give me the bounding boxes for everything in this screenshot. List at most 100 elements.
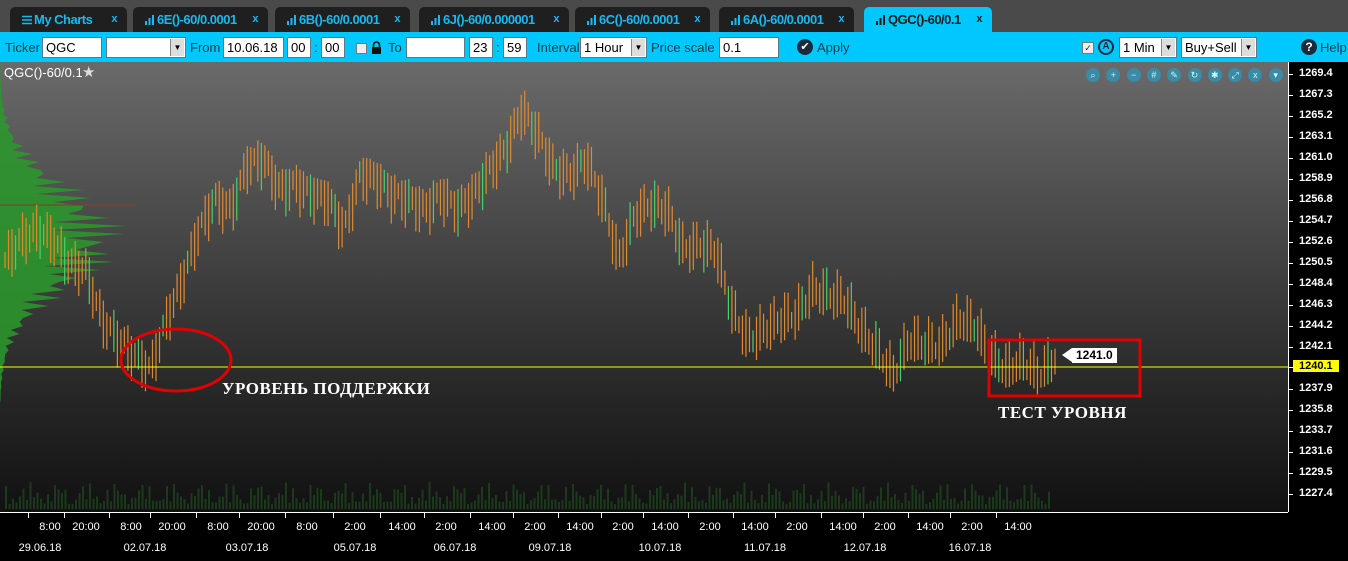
refresh-icon[interactable]: ↻ bbox=[1187, 68, 1202, 82]
volume-bar bbox=[701, 500, 704, 509]
volume-bar bbox=[351, 492, 354, 509]
grid-icon[interactable]: # bbox=[1146, 68, 1161, 82]
time-tick bbox=[996, 513, 997, 518]
zoom-reset-icon[interactable]: ⌕ bbox=[1086, 68, 1100, 82]
tab-label: 6E()-60/0.0001 bbox=[157, 12, 237, 27]
bar-chart-icon bbox=[145, 8, 155, 25]
volume-bar bbox=[117, 490, 119, 509]
tab-6b-60-0-0001[interactable]: 6B()-60/0.0001 x bbox=[275, 7, 410, 32]
period-select[interactable]: 1 Min ▼ bbox=[1119, 37, 1177, 58]
price-scale-input[interactable]: 0.1 bbox=[719, 37, 779, 58]
volume-bar bbox=[747, 502, 749, 509]
to-minute-input[interactable]: 59 bbox=[503, 37, 527, 58]
help-icon[interactable]: ? bbox=[1301, 39, 1317, 55]
from-hour-input[interactable]: 00 bbox=[287, 37, 311, 58]
volume-bar bbox=[876, 495, 879, 509]
time-tick bbox=[558, 513, 559, 518]
expand-icon[interactable]: ⤢ bbox=[1228, 68, 1243, 82]
tab-6j-60-0-000001[interactable]: 6J()-60/0.000001 x bbox=[419, 7, 569, 32]
price-label: 1256.8 bbox=[1299, 193, 1333, 205]
volume-bar bbox=[211, 502, 214, 509]
volume-bar bbox=[372, 495, 375, 509]
to-date-input[interactable] bbox=[406, 37, 465, 58]
chevron-down-icon[interactable]: ▼ bbox=[1161, 39, 1175, 56]
volume-bar bbox=[992, 496, 994, 509]
date-label: 11.07.18 bbox=[743, 542, 787, 554]
ticker-input[interactable]: QGC bbox=[42, 37, 102, 58]
side-select[interactable]: Buy+Sell ▼ bbox=[1181, 37, 1257, 58]
price-tick bbox=[1288, 389, 1293, 390]
tab-qgc-60-0-1[interactable]: QGC()-60/0.1 x bbox=[864, 7, 992, 32]
volume-bar bbox=[400, 492, 403, 509]
time-tick bbox=[950, 513, 951, 518]
tab-6c-60-0-0001[interactable]: 6C()-60/0.0001 x bbox=[575, 7, 710, 32]
time-label: 8:00 bbox=[207, 521, 229, 533]
price-tick bbox=[1288, 74, 1293, 75]
close-icon[interactable]: x bbox=[111, 7, 117, 32]
volume-bar bbox=[306, 502, 308, 509]
volume-bar bbox=[862, 486, 865, 509]
volume-bar bbox=[981, 495, 984, 509]
volume-bar bbox=[379, 492, 382, 509]
chevron-down-icon[interactable]: ▼ bbox=[170, 39, 184, 56]
check-circle-icon[interactable]: ✔ bbox=[797, 39, 813, 55]
volume-bar bbox=[719, 488, 721, 509]
volume-bar bbox=[869, 500, 872, 509]
volume-bar bbox=[1027, 500, 1029, 509]
time-label: 2:00 bbox=[524, 521, 546, 533]
price-tick bbox=[1288, 137, 1293, 138]
volume-bar bbox=[694, 496, 697, 509]
volume-bar bbox=[127, 503, 130, 509]
volume-bar bbox=[519, 494, 522, 509]
volume-bar bbox=[544, 499, 546, 509]
volume-bar bbox=[547, 485, 550, 509]
zoom-out-icon[interactable]: − bbox=[1126, 68, 1141, 82]
interval-select[interactable]: 1 Hour ▼ bbox=[580, 37, 647, 58]
auto-checkbox[interactable]: ✓ bbox=[1082, 42, 1094, 54]
apply-button[interactable]: Apply bbox=[817, 40, 850, 55]
close-icon[interactable]: x bbox=[976, 7, 982, 32]
auto-scale-icon[interactable]: A bbox=[1098, 39, 1114, 55]
volume-bar bbox=[1034, 492, 1036, 509]
price-label: 1227.4 bbox=[1299, 487, 1333, 499]
volume-bar bbox=[939, 485, 942, 509]
price-label: 1244.2 bbox=[1299, 319, 1333, 331]
tab-my-charts[interactable]: My Charts x bbox=[10, 7, 127, 32]
volume-bar bbox=[194, 495, 196, 509]
lock-checkbox[interactable] bbox=[356, 43, 367, 54]
date-label: 05.07.18 bbox=[333, 542, 377, 554]
to-hour-input[interactable]: 23 bbox=[469, 37, 493, 58]
price-axis[interactable]: 1269.4 1267.3 1265.2 1263.1 1261.0 1258.9 1256… bbox=[1288, 62, 1348, 512]
chevron-down-icon[interactable]: ▼ bbox=[631, 39, 645, 56]
time-axis[interactable]: 8:00 20:00 8:00 20:00 8:00 20:00 8:00 2:00 14:00… bbox=[0, 512, 1288, 561]
close-icon[interactable]: x bbox=[394, 7, 400, 32]
close-icon[interactable]: x bbox=[252, 7, 258, 32]
volume-bar bbox=[204, 498, 207, 509]
time-tick bbox=[239, 513, 240, 518]
volume-bar bbox=[96, 496, 98, 509]
gear-icon[interactable]: ✱ bbox=[1207, 68, 1222, 82]
close-icon[interactable]: x bbox=[694, 7, 700, 32]
tab-6a-60-0-0001[interactable]: 6A()-60/0.0001 x bbox=[719, 7, 854, 32]
close-icon[interactable]: x bbox=[553, 7, 559, 32]
volume-bar bbox=[502, 502, 504, 509]
help-button[interactable]: Help bbox=[1320, 40, 1347, 55]
volume-bar bbox=[460, 493, 462, 509]
ticker-select[interactable]: ▼ bbox=[106, 37, 186, 58]
tab-6e-60-0-0001[interactable]: 6E()-60/0.0001 x bbox=[133, 7, 268, 32]
favorite-star-icon[interactable]: ★ bbox=[82, 63, 95, 81]
chevron-down-icon[interactable]: ▾ bbox=[1268, 68, 1283, 82]
tab-label: 6C()-60/0.0001 bbox=[599, 12, 680, 27]
volume-bar bbox=[281, 494, 284, 509]
time-label: 14:00 bbox=[916, 521, 944, 533]
volume-bar bbox=[915, 489, 917, 509]
chevron-down-icon[interactable]: ▼ bbox=[1241, 39, 1255, 56]
from-date-input[interactable]: 10.06.18 bbox=[223, 37, 284, 58]
price-chart[interactable]: QGC()-60/0.1 ★ УРОВЕНЬ ПОДДЕРЖКИ ТЕСТ УР… bbox=[0, 62, 1288, 512]
volume-bar bbox=[596, 489, 599, 509]
from-minute-input[interactable]: 00 bbox=[321, 37, 345, 58]
bar-chart-icon bbox=[731, 8, 741, 25]
date-label: 09.07.18 bbox=[528, 542, 572, 554]
close-icon[interactable]: x bbox=[838, 7, 844, 32]
volume-bar bbox=[663, 499, 665, 509]
